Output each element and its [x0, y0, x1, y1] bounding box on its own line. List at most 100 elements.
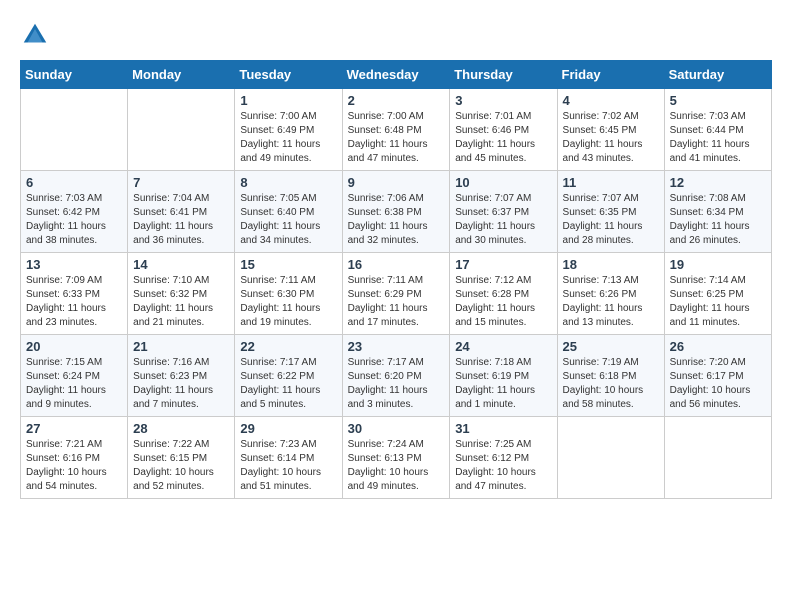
- logo-icon: [20, 20, 50, 50]
- calendar-cell: 1 Sunrise: 7:00 AMSunset: 6:49 PMDaylight…: [235, 89, 342, 171]
- day-detail: Sunrise: 7:12 AMSunset: 6:28 PMDaylight:…: [455, 274, 551, 330]
- day-number: 17: [455, 257, 551, 272]
- day-detail: Sunrise: 7:14 AMSunset: 6:25 PMDaylight:…: [670, 274, 766, 330]
- day-number: 21: [133, 339, 229, 354]
- calendar-header-tuesday: Tuesday: [235, 61, 342, 89]
- calendar-cell: 4 Sunrise: 7:02 AMSunset: 6:45 PMDaylight…: [557, 89, 664, 171]
- day-detail: Sunrise: 7:15 AMSunset: 6:24 PMDaylight:…: [26, 356, 122, 412]
- day-detail: Sunrise: 7:00 AMSunset: 6:48 PMDaylight:…: [348, 110, 445, 166]
- calendar-header-thursday: Thursday: [450, 61, 557, 89]
- calendar-cell: 14Sunrise: 7:10 AMSunset: 6:32 PMDayligh…: [128, 253, 235, 335]
- calendar-cell: 27 Sunrise: 7:21 AMSunset: 6:16 PMDayligh…: [21, 417, 128, 499]
- day-detail: Sunrise: 7:16 AMSunset: 6:23 PMDaylight:…: [133, 356, 229, 412]
- calendar-cell: 5 Sunrise: 7:03 AMSunset: 6:44 PMDaylight…: [664, 89, 771, 171]
- calendar-cell: 11Sunrise: 7:07 AMSunset: 6:35 PMDayligh…: [557, 171, 664, 253]
- calendar-cell: 22 Sunrise: 7:17 AMSunset: 6:22 PMDayligh…: [235, 335, 342, 417]
- calendar-cell: 18 Sunrise: 7:13 AMSunset: 6:26 PMDayligh…: [557, 253, 664, 335]
- day-number: 27: [26, 421, 122, 436]
- day-detail: Sunrise: 7:18 AMSunset: 6:19 PMDaylight:…: [455, 356, 551, 412]
- day-number: 20: [26, 339, 122, 354]
- calendar-week-3: 13Sunrise: 7:09 AMSunset: 6:33 PMDayligh…: [21, 253, 772, 335]
- calendar-cell: 28 Sunrise: 7:22 AMSunset: 6:15 PMDayligh…: [128, 417, 235, 499]
- calendar-cell: 16 Sunrise: 7:11 AMSunset: 6:29 PMDayligh…: [342, 253, 450, 335]
- calendar-cell: 26 Sunrise: 7:20 AMSunset: 6:17 PMDayligh…: [664, 335, 771, 417]
- day-number: 30: [348, 421, 445, 436]
- calendar-cell: 10 Sunrise: 7:07 AMSunset: 6:37 PMDayligh…: [450, 171, 557, 253]
- calendar-cell: 12Sunrise: 7:08 AMSunset: 6:34 PMDayligh…: [664, 171, 771, 253]
- day-detail: Sunrise: 7:13 AMSunset: 6:26 PMDaylight:…: [563, 274, 659, 330]
- day-number: 23: [348, 339, 445, 354]
- day-number: 5: [670, 93, 766, 108]
- calendar-header-row: SundayMondayTuesdayWednesdayThursdayFrid…: [21, 61, 772, 89]
- day-number: 29: [240, 421, 336, 436]
- calendar-cell: 9 Sunrise: 7:06 AMSunset: 6:38 PMDaylight…: [342, 171, 450, 253]
- calendar-cell: 23 Sunrise: 7:17 AMSunset: 6:20 PMDayligh…: [342, 335, 450, 417]
- day-number: 28: [133, 421, 229, 436]
- day-detail: Sunrise: 7:06 AMSunset: 6:38 PMDaylight:…: [348, 192, 445, 248]
- day-number: 12: [670, 175, 766, 190]
- day-number: 6: [26, 175, 122, 190]
- calendar-cell: 17 Sunrise: 7:12 AMSunset: 6:28 PMDayligh…: [450, 253, 557, 335]
- calendar-cell: 6 Sunrise: 7:03 AMSunset: 6:42 PMDaylight…: [21, 171, 128, 253]
- day-number: 2: [348, 93, 445, 108]
- calendar-cell: 25 Sunrise: 7:19 AMSunset: 6:18 PMDayligh…: [557, 335, 664, 417]
- day-number: 15: [240, 257, 336, 272]
- calendar-cell: 31 Sunrise: 7:25 AMSunset: 6:12 PMDayligh…: [450, 417, 557, 499]
- day-detail: Sunrise: 7:09 AMSunset: 6:33 PMDaylight:…: [26, 274, 122, 330]
- day-number: 1: [240, 93, 336, 108]
- day-number: 25: [563, 339, 659, 354]
- day-number: 18: [563, 257, 659, 272]
- day-detail: Sunrise: 7:00 AMSunset: 6:49 PMDaylight:…: [240, 110, 336, 166]
- calendar-cell: 24 Sunrise: 7:18 AMSunset: 6:19 PMDayligh…: [450, 335, 557, 417]
- day-number: 14: [133, 257, 229, 272]
- day-detail: Sunrise: 7:05 AMSunset: 6:40 PMDaylight:…: [240, 192, 336, 248]
- day-detail: Sunrise: 7:24 AMSunset: 6:13 PMDaylight:…: [348, 438, 445, 494]
- calendar-cell: [128, 89, 235, 171]
- calendar-cell: 30 Sunrise: 7:24 AMSunset: 6:13 PMDayligh…: [342, 417, 450, 499]
- calendar-header-wednesday: Wednesday: [342, 61, 450, 89]
- day-detail: Sunrise: 7:02 AMSunset: 6:45 PMDaylight:…: [563, 110, 659, 166]
- day-detail: Sunrise: 7:11 AMSunset: 6:29 PMDaylight:…: [348, 274, 445, 330]
- day-number: 7: [133, 175, 229, 190]
- calendar-cell: 7 Sunrise: 7:04 AMSunset: 6:41 PMDaylight…: [128, 171, 235, 253]
- calendar-week-2: 6 Sunrise: 7:03 AMSunset: 6:42 PMDaylight…: [21, 171, 772, 253]
- calendar-header-saturday: Saturday: [664, 61, 771, 89]
- calendar-cell: 15 Sunrise: 7:11 AMSunset: 6:30 PMDayligh…: [235, 253, 342, 335]
- day-detail: Sunrise: 7:25 AMSunset: 6:12 PMDaylight:…: [455, 438, 551, 494]
- day-detail: Sunrise: 7:11 AMSunset: 6:30 PMDaylight:…: [240, 274, 336, 330]
- calendar-cell: [664, 417, 771, 499]
- day-number: 31: [455, 421, 551, 436]
- day-detail: Sunrise: 7:03 AMSunset: 6:42 PMDaylight:…: [26, 192, 122, 248]
- calendar-cell: 3 Sunrise: 7:01 AMSunset: 6:46 PMDaylight…: [450, 89, 557, 171]
- day-detail: Sunrise: 7:07 AMSunset: 6:37 PMDaylight:…: [455, 192, 551, 248]
- day-detail: Sunrise: 7:04 AMSunset: 6:41 PMDaylight:…: [133, 192, 229, 248]
- day-number: 9: [348, 175, 445, 190]
- day-number: 22: [240, 339, 336, 354]
- calendar-cell: [557, 417, 664, 499]
- day-detail: Sunrise: 7:01 AMSunset: 6:46 PMDaylight:…: [455, 110, 551, 166]
- logo: [20, 20, 54, 50]
- day-detail: Sunrise: 7:22 AMSunset: 6:15 PMDaylight:…: [133, 438, 229, 494]
- day-number: 16: [348, 257, 445, 272]
- day-detail: Sunrise: 7:17 AMSunset: 6:22 PMDaylight:…: [240, 356, 336, 412]
- day-number: 11: [563, 175, 659, 190]
- calendar-cell: 19 Sunrise: 7:14 AMSunset: 6:25 PMDayligh…: [664, 253, 771, 335]
- day-number: 26: [670, 339, 766, 354]
- day-number: 4: [563, 93, 659, 108]
- day-detail: Sunrise: 7:20 AMSunset: 6:17 PMDaylight:…: [670, 356, 766, 412]
- day-detail: Sunrise: 7:03 AMSunset: 6:44 PMDaylight:…: [670, 110, 766, 166]
- day-number: 19: [670, 257, 766, 272]
- day-detail: Sunrise: 7:19 AMSunset: 6:18 PMDaylight:…: [563, 356, 659, 412]
- calendar-week-5: 27 Sunrise: 7:21 AMSunset: 6:16 PMDayligh…: [21, 417, 772, 499]
- calendar-cell: 13Sunrise: 7:09 AMSunset: 6:33 PMDayligh…: [21, 253, 128, 335]
- calendar-header-monday: Monday: [128, 61, 235, 89]
- calendar-cell: 29 Sunrise: 7:23 AMSunset: 6:14 PMDayligh…: [235, 417, 342, 499]
- calendar-cell: 2 Sunrise: 7:00 AMSunset: 6:48 PMDaylight…: [342, 89, 450, 171]
- day-number: 24: [455, 339, 551, 354]
- day-number: 10: [455, 175, 551, 190]
- day-detail: Sunrise: 7:17 AMSunset: 6:20 PMDaylight:…: [348, 356, 445, 412]
- day-detail: Sunrise: 7:21 AMSunset: 6:16 PMDaylight:…: [26, 438, 122, 494]
- page-header: [20, 20, 772, 50]
- day-number: 3: [455, 93, 551, 108]
- day-detail: Sunrise: 7:23 AMSunset: 6:14 PMDaylight:…: [240, 438, 336, 494]
